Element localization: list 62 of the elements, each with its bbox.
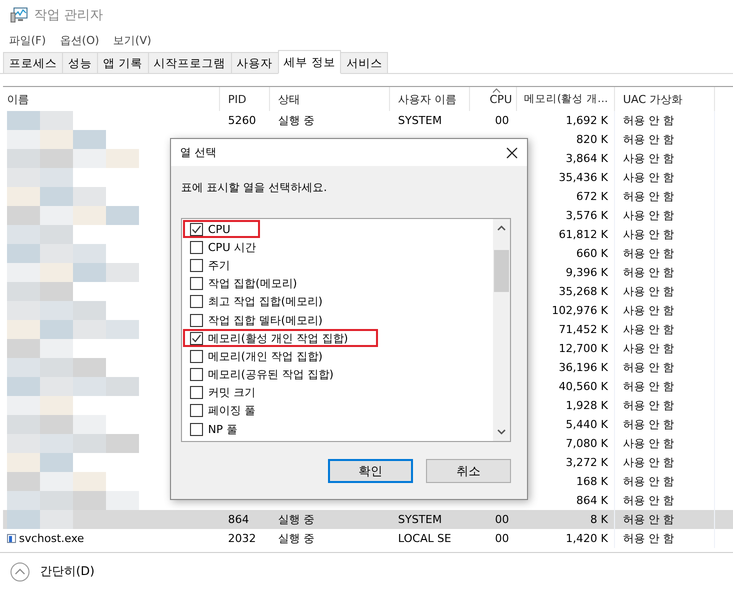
table-cell: 9,396 K xyxy=(566,266,608,279)
table-cell: LOCAL SE xyxy=(398,532,452,545)
table-cell: 사용 안 함 xyxy=(623,436,674,451)
table-cell: 실행 중 xyxy=(278,531,314,546)
table-cell: 7,080 K xyxy=(566,437,608,450)
table-cell: 864 xyxy=(228,513,249,526)
table-cell: 사용 안 함 xyxy=(623,303,674,318)
table-cell: 허용 안 함 xyxy=(623,360,674,375)
table-cell: 660 K xyxy=(576,247,608,260)
table-cell: 3,576 K xyxy=(566,209,608,222)
table-cell: 사용 안 함 xyxy=(623,322,674,337)
table-cell: 71,452 K xyxy=(558,323,608,336)
table-cell: svchost.exe xyxy=(19,532,84,545)
table-cell: 3,864 K xyxy=(566,152,608,165)
table-cell: 사용 안 함 xyxy=(623,455,674,470)
table-cell: 1,692 K xyxy=(566,114,608,127)
table-cell: 36,196 K xyxy=(558,361,608,374)
table-cell: 사용 안 함 xyxy=(623,170,674,185)
table-cell: 허용 안 함 xyxy=(623,246,674,261)
table-cell: 102,976 K xyxy=(552,304,608,317)
table-cell: SYSTEM xyxy=(398,513,442,526)
table-cell: 사용 안 함 xyxy=(623,151,674,166)
table-cell: 허용 안 함 xyxy=(623,417,674,432)
table-cell: 허용 안 함 xyxy=(623,474,674,489)
table-cell: 864 K xyxy=(576,494,608,507)
table-cell: 실행 중 xyxy=(278,113,314,128)
dialog-title: 열 선택 xyxy=(180,145,216,160)
table-cell: 1,420 K xyxy=(566,532,608,545)
table-cell: 35,268 K xyxy=(558,285,608,298)
table-cell: 00 xyxy=(495,532,509,545)
table-cell: 사용 안 함 xyxy=(623,227,674,242)
table-cell: 00 xyxy=(495,114,509,127)
table-cell: 3,272 K xyxy=(566,456,608,469)
table-cell: 40,560 K xyxy=(558,380,608,393)
table-cell: 1,928 K xyxy=(566,399,608,412)
table-cell: 35,436 K xyxy=(558,171,608,184)
table-cell: 820 K xyxy=(576,133,608,146)
table-cell: 12,700 K xyxy=(558,342,608,355)
table-cell: 2032 xyxy=(228,532,256,545)
table-cell: 사용 안 함 xyxy=(623,284,674,299)
table-cell: 실행 중 xyxy=(278,512,314,527)
table-cell: 168 K xyxy=(576,475,608,488)
table-cell: 허용 안 함 xyxy=(623,398,674,413)
table-cell: 허용 안 함 xyxy=(623,379,674,394)
table-cell: SYSTEM xyxy=(398,114,442,127)
table-cell: 5260 xyxy=(228,114,256,127)
table-cell: 허용 안 함 xyxy=(623,493,674,508)
table-cell: 8 K xyxy=(590,513,608,526)
table-cell: 00 xyxy=(495,513,509,526)
table-cell: 허용 안 함 xyxy=(623,189,674,204)
instruction-text: 표에 표시할 열을 선택하세요. xyxy=(181,180,328,196)
table-cell: 허용 안 함 xyxy=(623,512,674,527)
table-cell: 5,440 K xyxy=(566,418,608,431)
table-cell: 허용 안 함 xyxy=(623,531,674,546)
window-title: 작업 관리자 xyxy=(34,7,104,24)
table-cell: 사용 안 함 xyxy=(623,208,674,223)
table-cell: 672 K xyxy=(576,190,608,203)
table-cell: 허용 안 함 xyxy=(623,265,674,280)
table-cell: 허용 안 함 xyxy=(623,132,674,147)
table-cell: 사용 안 함 xyxy=(623,341,674,356)
table-cell: 61,812 K xyxy=(558,228,608,241)
table-cell: 허용 안 함 xyxy=(623,113,674,128)
